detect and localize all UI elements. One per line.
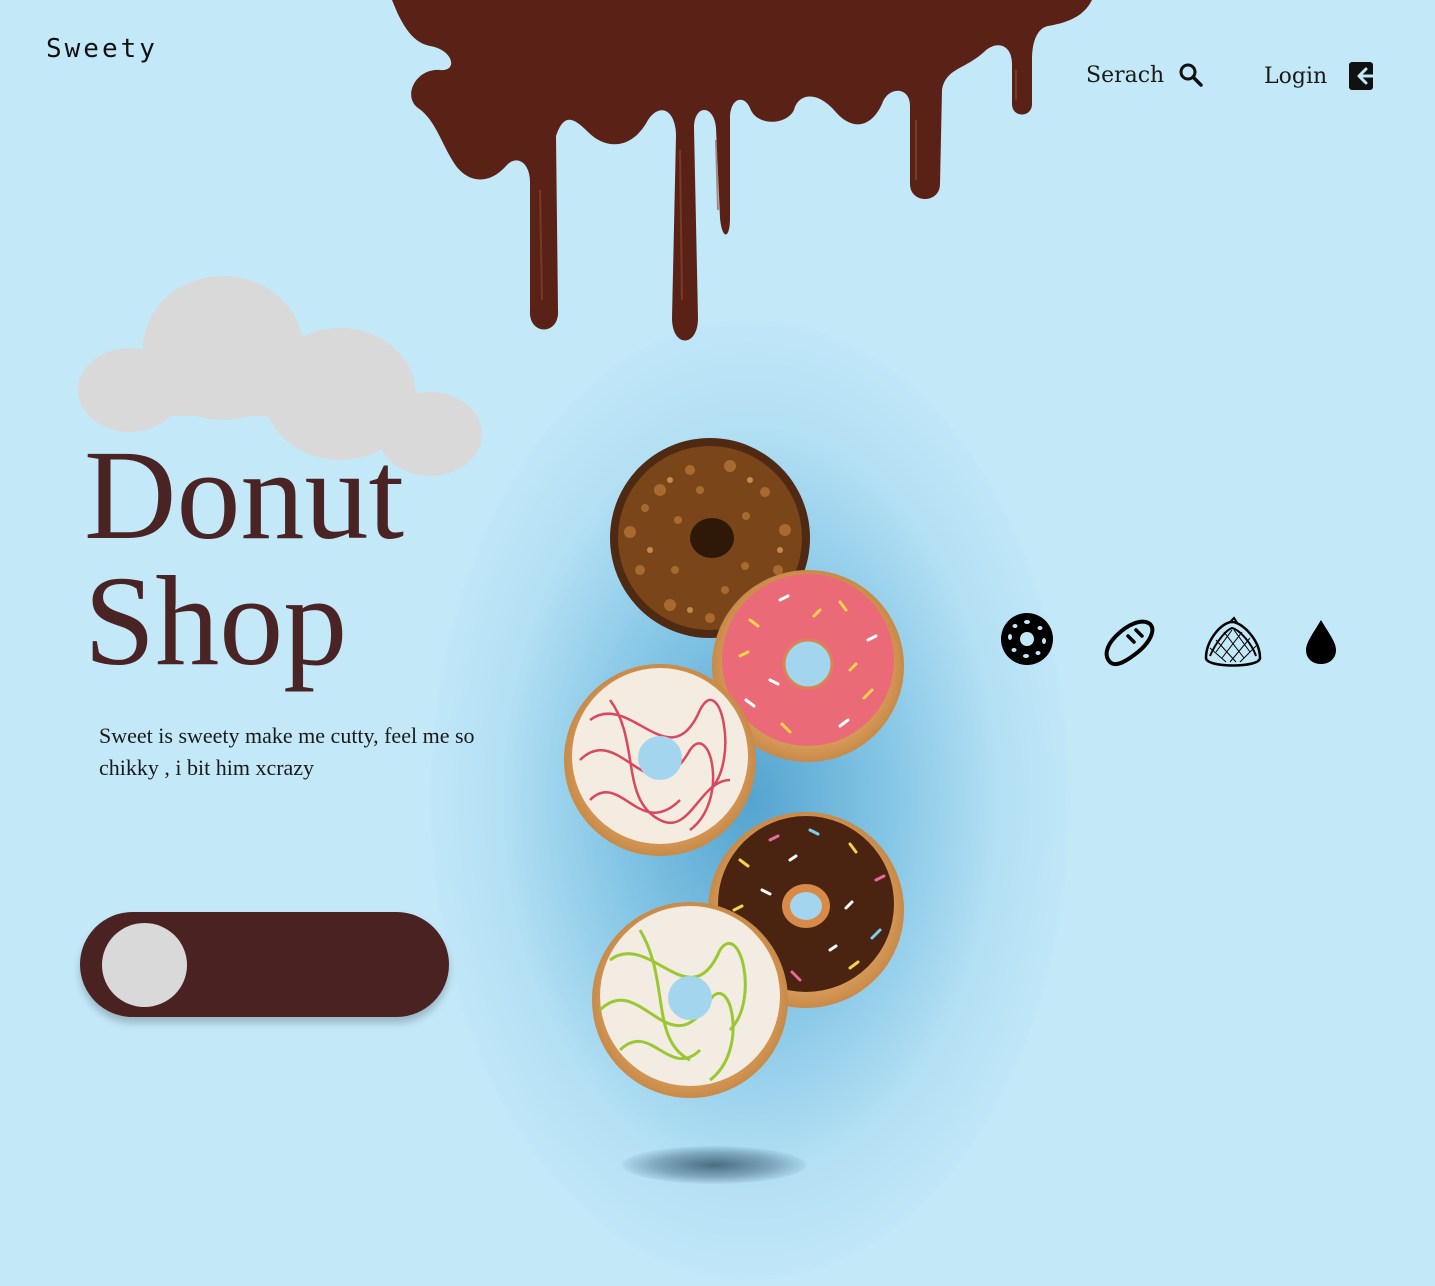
drop-icon[interactable] xyxy=(1304,618,1338,666)
login-icon[interactable] xyxy=(1347,60,1379,92)
search-icon[interactable] xyxy=(1178,62,1204,88)
hero-title-line1: Donut xyxy=(84,424,404,566)
bread-icon[interactable] xyxy=(1102,616,1156,668)
donut-shadow xyxy=(622,1146,806,1184)
login-label: Login xyxy=(1264,63,1328,89)
white-green-drizzle-donut xyxy=(592,902,788,1098)
page: Sweety Serach Login Donut Shop Sweet is … xyxy=(0,0,1435,1286)
hero-title-line2: Shop xyxy=(84,550,348,692)
hero-tagline: Sweet is sweety make me cutty, feel me s… xyxy=(99,723,475,780)
sandwich-icon[interactable] xyxy=(1202,616,1264,670)
hero-title: Donut Shop xyxy=(84,424,404,692)
donut-stack-image xyxy=(564,438,904,1098)
search-label: Serach xyxy=(1086,62,1165,88)
white-pink-drizzle-donut xyxy=(564,664,756,856)
category-icons xyxy=(996,608,1356,672)
brand-logo[interactable]: Sweety xyxy=(46,34,158,64)
donut-icon[interactable] xyxy=(1000,612,1054,666)
toggle-switch[interactable] xyxy=(80,912,449,1017)
search-nav[interactable]: Serach xyxy=(1086,62,1204,88)
login-nav[interactable]: Login xyxy=(1264,60,1379,92)
chocolate-drip-illustration xyxy=(392,0,1092,341)
toggle-knob[interactable] xyxy=(102,923,187,1007)
